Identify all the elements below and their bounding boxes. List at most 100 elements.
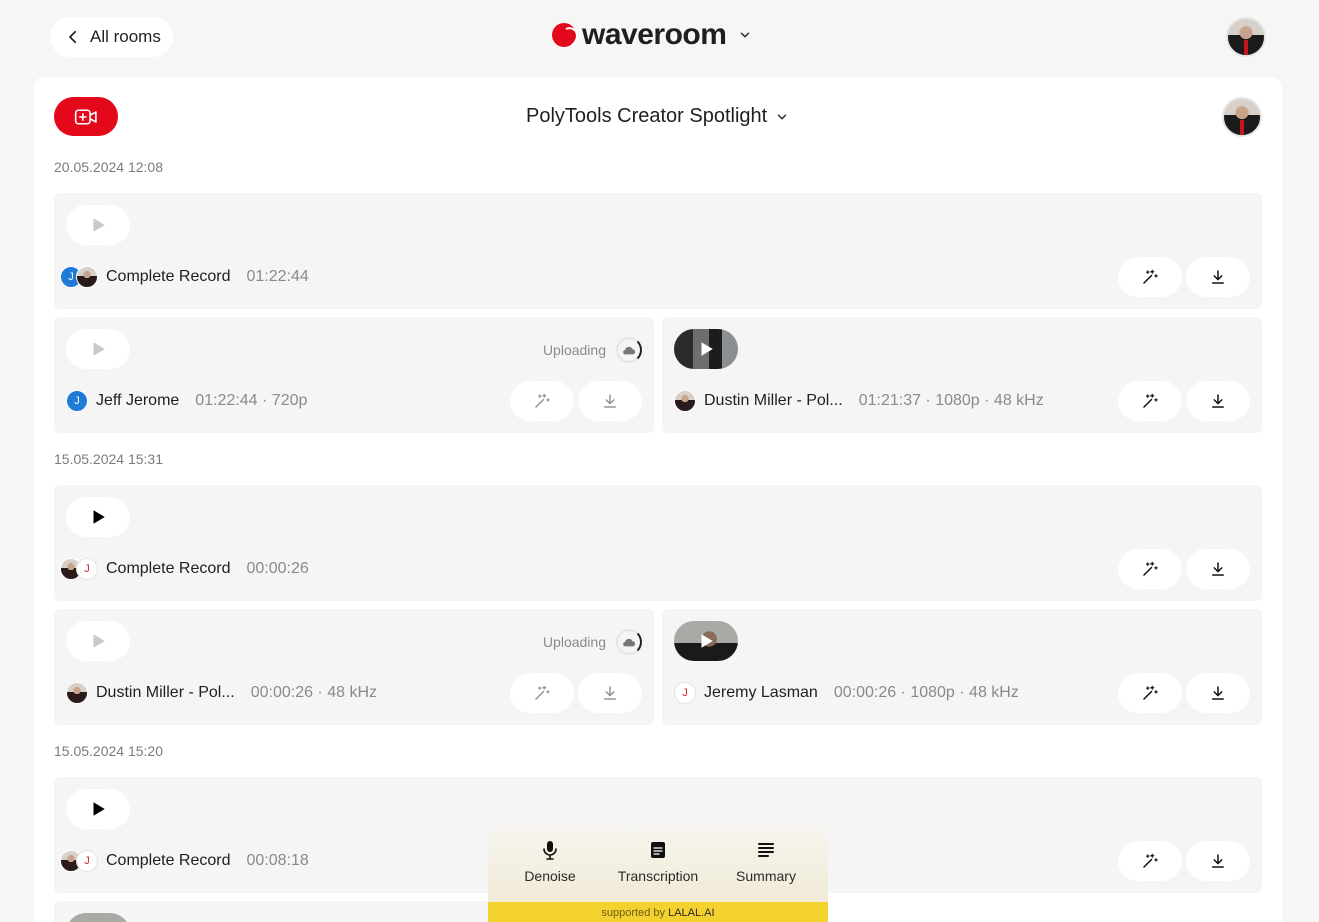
ai-tools-list: Denoise Transcription Summary (488, 824, 828, 904)
play-button[interactable] (66, 205, 130, 245)
play-button[interactable] (66, 329, 130, 369)
magic-tools-button[interactable] (510, 673, 574, 713)
room-title: PolyTools Creator Spotlight (526, 105, 768, 127)
download-button[interactable] (1186, 257, 1250, 297)
track-info: 01:21:37 · 1080p · 48 kHz (858, 392, 1044, 409)
session-date: 20.05.2024 12:08 (54, 159, 163, 175)
track-name: Dustin Miller - Pol... (704, 392, 843, 409)
participant-avatar: J (76, 850, 98, 872)
room-title-dropdown[interactable]: PolyTools Creator Spotlight (526, 105, 789, 128)
ai-tools-toolbar: Denoise Transcription Summary supported … (488, 824, 828, 922)
magic-wand-icon (1143, 853, 1158, 868)
denoise-button[interactable]: Denoise (500, 840, 600, 904)
record-duration: 01:22:44 (246, 268, 309, 285)
upload-progress-ring (616, 629, 642, 655)
track-name: Jeremy Lasman (704, 684, 818, 701)
participant-avatar (76, 266, 98, 288)
record-title: Complete Record (106, 852, 231, 869)
video-thumbnail-play[interactable] (674, 329, 738, 369)
play-icon (93, 802, 105, 816)
magic-tools-button[interactable] (1118, 841, 1182, 881)
play-icon (701, 634, 713, 648)
uploading-label: Uploading (542, 634, 606, 650)
track-card: J Jeremy Lasman 00:00:26 · 1080p · 48 kH… (662, 609, 1262, 725)
track-actions (1118, 673, 1250, 713)
new-recording-button[interactable] (54, 97, 118, 136)
complete-record-card: J Complete Record 01:22:44 (54, 193, 1262, 309)
record-meta: J Complete Record 01:22:44 (60, 265, 309, 289)
download-button[interactable] (1186, 841, 1250, 881)
uploading-status: Uploading (543, 629, 642, 655)
play-button[interactable] (66, 497, 130, 537)
video-thumbnail-play[interactable] (674, 621, 738, 661)
download-button[interactable] (1186, 381, 1250, 421)
download-button[interactable] (578, 381, 642, 421)
magic-wand-icon (535, 393, 550, 408)
microphone-icon (543, 841, 557, 860)
complete-record-card: J Complete Record 00:00:26 (54, 485, 1262, 601)
cloud-upload-icon (623, 346, 636, 355)
user-avatar[interactable] (1226, 17, 1266, 57)
transcription-label: Transcription (617, 868, 699, 884)
participant-avatars: J (66, 390, 88, 412)
participant-avatars (66, 682, 88, 704)
track-name: Jeff Jerome (96, 392, 180, 409)
uploading-label: Uploading (542, 342, 606, 358)
download-button[interactable] (1186, 549, 1250, 589)
room-host-avatar[interactable] (1222, 97, 1262, 137)
download-icon (1212, 854, 1224, 868)
track-meta: J Jeremy Lasman 00:00:26 · 1080p · 48 kH… (674, 681, 1019, 705)
track-actions (510, 673, 642, 713)
play-button[interactable] (66, 621, 130, 661)
play-icon (93, 510, 105, 524)
play-button[interactable] (66, 789, 130, 829)
track-meta: J Jeff Jerome 01:22:44 · 720p (66, 389, 307, 413)
participant-avatars: J (60, 266, 98, 288)
magic-tools-button[interactable] (1118, 381, 1182, 421)
track-actions (510, 381, 642, 421)
record-actions (1118, 841, 1250, 881)
session-date: 15.05.2024 15:20 (54, 743, 163, 759)
cloud-upload-icon (623, 638, 636, 647)
participant-avatar: J (76, 558, 98, 580)
supported-by-banner: supported by LALAL.AI (488, 902, 828, 922)
summary-button[interactable]: Summary (716, 840, 816, 904)
magic-tools-button[interactable] (1118, 673, 1182, 713)
all-rooms-button[interactable]: All rooms (50, 17, 173, 57)
track-info: 00:00:26 · 1080p · 48 kHz (833, 684, 1019, 701)
video-thumbnail-play[interactable] (66, 913, 130, 922)
record-actions (1118, 257, 1250, 297)
download-button[interactable] (578, 673, 642, 713)
denoise-label: Denoise (524, 868, 576, 884)
top-bar: All rooms waveroom (0, 0, 1319, 75)
track-meta: Dustin Miller - Pol... 01:21:37 · 1080p … (674, 389, 1044, 413)
magic-tools-button[interactable] (510, 381, 574, 421)
download-icon (1212, 270, 1224, 284)
magic-tools-button[interactable] (1118, 257, 1182, 297)
download-icon (1212, 686, 1224, 700)
track-card: Uploading J Jeff Jerome 01:22:44 · 720p (54, 317, 654, 433)
record-meta: J Complete Record 00:08:18 (60, 849, 309, 873)
play-icon (93, 218, 105, 232)
support-prefix: supported by (601, 907, 666, 919)
track-actions (1118, 381, 1250, 421)
waveroom-logo[interactable]: waveroom (552, 18, 752, 52)
record-meta: J Complete Record 00:00:26 (60, 557, 309, 581)
all-rooms-label: All rooms (90, 27, 161, 46)
recordings-panel: PolyTools Creator Spotlight 20.05.2024 1… (34, 77, 1282, 922)
play-icon (93, 634, 105, 648)
participant-avatar (66, 682, 88, 704)
download-button[interactable] (1186, 673, 1250, 713)
chevron-down-icon (741, 32, 750, 38)
track-info: 00:00:26 · 48 kHz (250, 684, 377, 701)
participant-avatar: J (66, 390, 88, 412)
participant-avatars: J (60, 558, 98, 580)
track-card: Uploading Dustin Miller - Pol... 00:00:2… (54, 609, 654, 725)
magic-tools-button[interactable] (1118, 549, 1182, 589)
transcription-button[interactable]: Transcription (608, 840, 708, 904)
support-brand: LALAL.AI (668, 907, 715, 919)
magic-wand-icon (535, 685, 550, 700)
uploading-status: Uploading (543, 337, 642, 363)
play-icon (701, 342, 713, 356)
record-actions (1118, 549, 1250, 589)
